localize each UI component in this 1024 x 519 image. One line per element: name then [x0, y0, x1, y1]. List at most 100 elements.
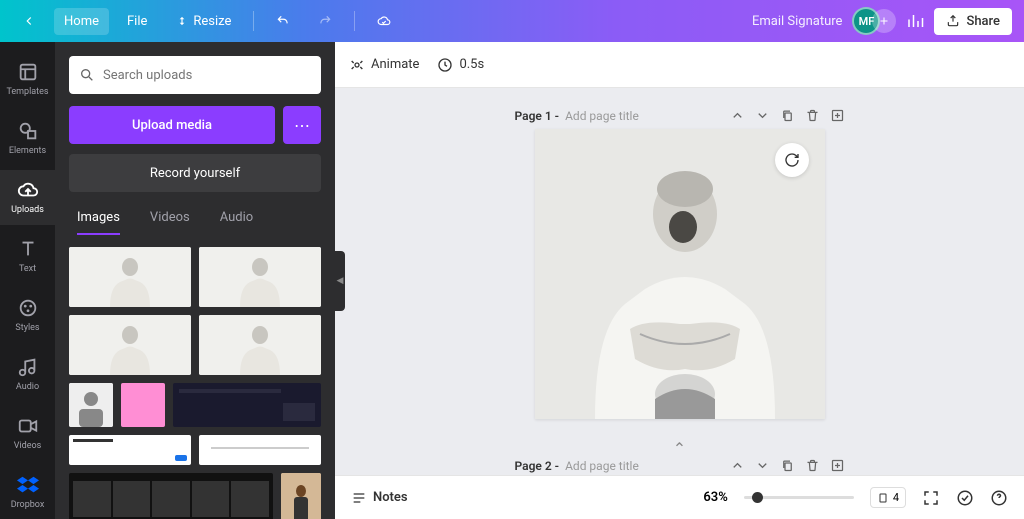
top-bar: Home File Resize Email Signature MF Shar…	[0, 0, 1024, 42]
page-actions	[730, 458, 845, 473]
plus-icon	[878, 15, 890, 27]
resize-menu[interactable]: Resize	[165, 8, 241, 35]
tab-videos[interactable]: Videos	[150, 210, 190, 235]
move-up-icon[interactable]	[730, 108, 745, 123]
rail-uploads[interactable]: Uploads	[0, 170, 55, 225]
rail-label: Elements	[9, 146, 46, 156]
file-label: File	[127, 14, 147, 29]
page-number-label: Page 1 -	[515, 109, 560, 123]
rail-dropbox[interactable]: Dropbox	[0, 464, 55, 519]
delete-page-icon[interactable]	[805, 458, 820, 473]
upload-thumb[interactable]	[281, 473, 321, 519]
add-collaborator-button[interactable]	[872, 9, 896, 33]
notes-button[interactable]: Notes	[351, 490, 408, 506]
page-header: Page 2 - Add page title	[515, 458, 845, 473]
document-title[interactable]: Email Signature	[752, 14, 842, 29]
upload-thumb[interactable]	[199, 247, 321, 307]
upload-thumb[interactable]	[69, 383, 113, 427]
add-page-icon[interactable]	[830, 458, 845, 473]
timing-button[interactable]: 0.5s	[437, 57, 484, 73]
uploads-grid	[69, 247, 321, 519]
home-button[interactable]: Home	[54, 8, 109, 35]
videos-icon	[17, 415, 39, 437]
fullscreen-icon[interactable]	[922, 489, 940, 507]
upload-thumb[interactable]	[69, 435, 191, 465]
templates-icon	[17, 61, 39, 83]
text-icon	[17, 238, 39, 260]
back-button[interactable]	[12, 8, 46, 34]
animate-label: Animate	[371, 57, 419, 72]
upload-thumb[interactable]	[121, 383, 165, 427]
audio-icon	[17, 356, 39, 378]
zoom-slider[interactable]	[744, 496, 854, 499]
rail-videos[interactable]: Videos	[0, 405, 55, 460]
upload-thumb[interactable]	[199, 315, 321, 375]
file-menu[interactable]: File	[117, 8, 157, 35]
clock-icon	[437, 57, 453, 73]
rail-label: Audio	[16, 382, 39, 392]
move-down-icon[interactable]	[755, 458, 770, 473]
add-page-icon[interactable]	[830, 108, 845, 123]
timing-label: 0.5s	[459, 57, 484, 72]
rail-templates[interactable]: Templates	[0, 52, 55, 107]
canvas-scroll[interactable]: Page 1 - Add page title	[335, 88, 1024, 475]
dropbox-icon	[17, 474, 39, 496]
animate-button[interactable]: Animate	[349, 57, 419, 73]
upload-more-button[interactable]: ⋯	[283, 106, 321, 144]
regenerate-button[interactable]	[775, 143, 809, 177]
duplicate-page-icon[interactable]	[780, 458, 795, 473]
chevron-left-icon	[22, 14, 36, 28]
check-icon[interactable]	[956, 489, 974, 507]
duplicate-page-icon[interactable]	[780, 108, 795, 123]
rail-label: Text	[19, 264, 36, 274]
upload-thumb[interactable]	[173, 383, 321, 427]
rail-text[interactable]: Text	[0, 229, 55, 284]
rail-elements[interactable]: Elements	[0, 111, 55, 166]
redo-button[interactable]	[308, 8, 342, 34]
page-title-placeholder[interactable]: Add page title	[565, 459, 639, 473]
page-block-1: Page 1 - Add page title	[515, 108, 845, 419]
notes-label: Notes	[373, 490, 408, 505]
bottom-bar: Notes 63% 4	[335, 475, 1024, 519]
share-icon	[946, 14, 960, 28]
page-title-placeholder[interactable]: Add page title	[565, 109, 639, 123]
refresh-icon	[784, 152, 800, 168]
add-page-handle[interactable]: ⌃	[673, 439, 686, 458]
upload-thumb[interactable]	[69, 473, 273, 519]
undo-button[interactable]	[266, 8, 300, 34]
page-icon	[877, 492, 889, 504]
tab-images[interactable]: Images	[77, 210, 120, 235]
topbar-right: Email Signature MF Share	[752, 7, 1012, 35]
search-input[interactable]	[103, 68, 311, 83]
move-down-icon[interactable]	[755, 108, 770, 123]
page-count-button[interactable]: 4	[870, 487, 906, 508]
search-box[interactable]	[69, 56, 321, 94]
insights-icon[interactable]	[906, 12, 924, 30]
page-count-value: 4	[893, 491, 899, 504]
help-icon[interactable]	[990, 489, 1008, 507]
tab-audio[interactable]: Audio	[220, 210, 253, 235]
rail-audio[interactable]: Audio	[0, 346, 55, 401]
notes-icon	[351, 490, 367, 506]
search-icon	[79, 67, 95, 83]
upload-thumb[interactable]	[199, 435, 321, 465]
upload-thumb[interactable]	[69, 247, 191, 307]
resize-icon	[175, 14, 189, 28]
upload-thumb[interactable]	[69, 315, 191, 375]
move-up-icon[interactable]	[730, 458, 745, 473]
delete-page-icon[interactable]	[805, 108, 820, 123]
record-yourself-button[interactable]: Record yourself	[69, 154, 321, 192]
rail-label: Styles	[15, 323, 39, 333]
rail-styles[interactable]: Styles	[0, 288, 55, 343]
page-canvas[interactable]	[535, 129, 825, 419]
upload-media-button[interactable]: Upload media	[69, 106, 275, 144]
zoom-thumb[interactable]	[752, 492, 763, 503]
cloud-check-icon	[377, 14, 391, 28]
page-number-label: Page 2 -	[515, 459, 560, 473]
share-button[interactable]: Share	[934, 8, 1012, 35]
cloud-sync-button[interactable]	[367, 8, 401, 34]
main: Templates Elements Uploads Text Styles A…	[0, 42, 1024, 519]
upload-tabs: Images Videos Audio	[69, 210, 321, 235]
side-rail: Templates Elements Uploads Text Styles A…	[0, 42, 55, 519]
topbar-left: Home File Resize	[12, 8, 752, 35]
